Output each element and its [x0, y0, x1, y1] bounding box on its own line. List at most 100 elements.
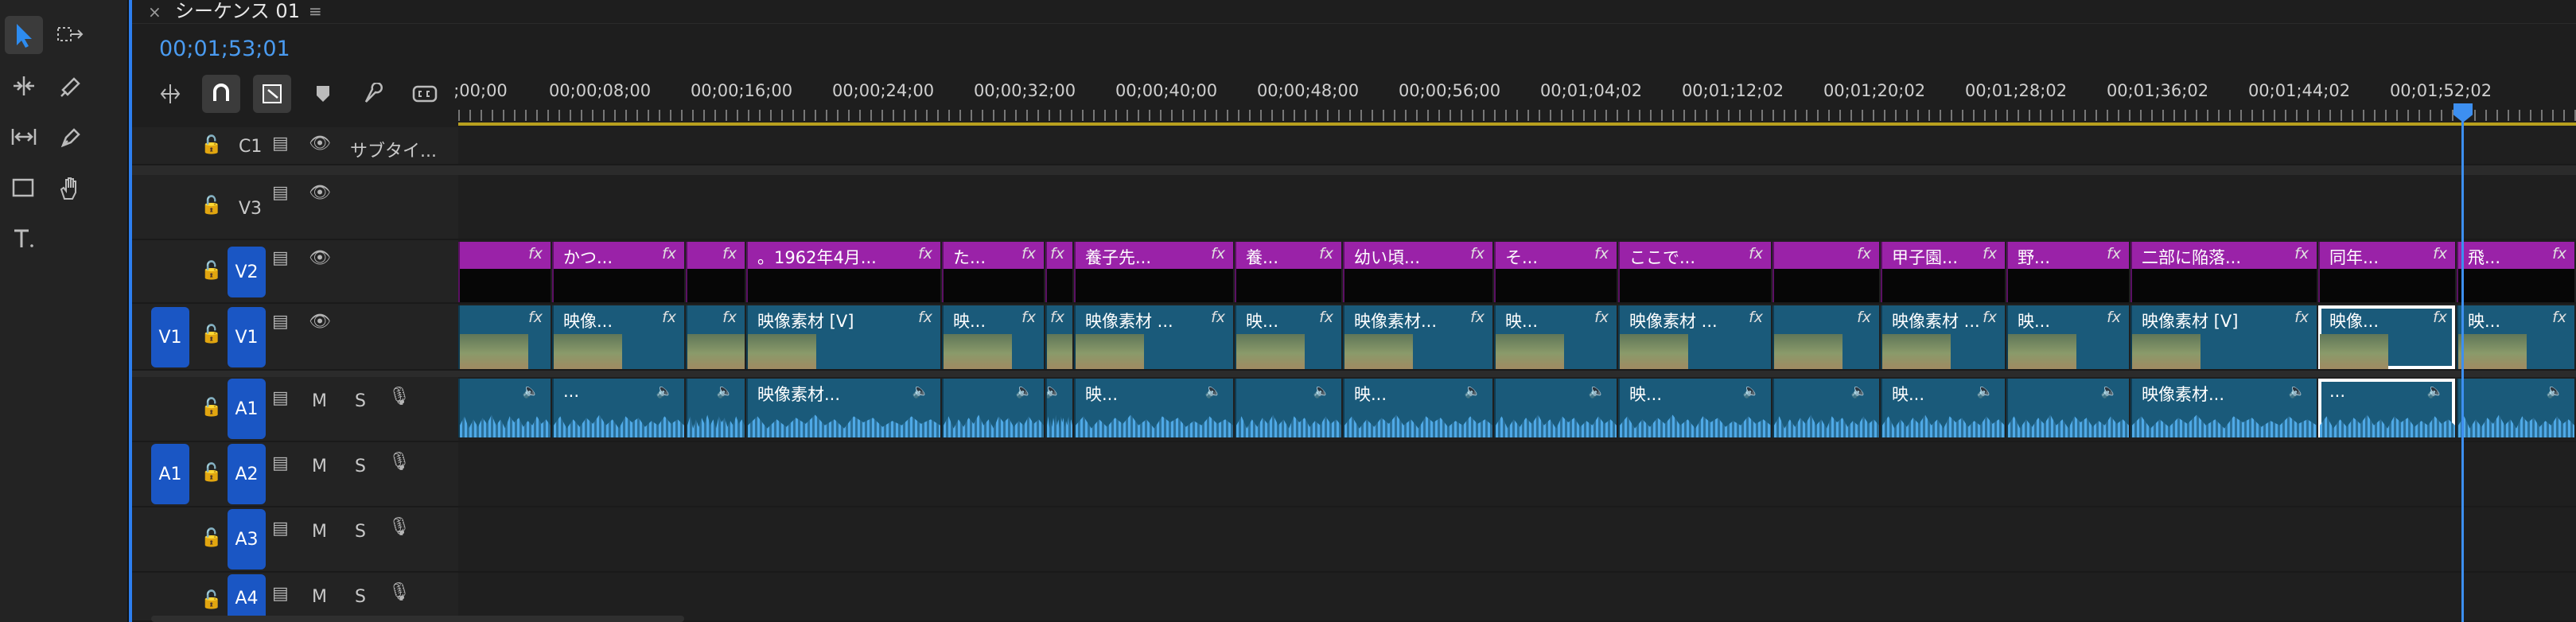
a1-clip[interactable]: 🔈 — [1045, 379, 1072, 437]
track-target-a4[interactable]: A4 — [228, 574, 266, 622]
v2-clip[interactable]: 同年... fx — [2318, 242, 2455, 302]
hand-tool-icon[interactable] — [51, 169, 89, 207]
v2-clip[interactable]: 二部に陥落... fx — [2130, 242, 2317, 302]
track-area-c1[interactable] — [458, 127, 2576, 165]
track-target-a3[interactable]: A3 — [228, 509, 266, 570]
v2-clip[interactable]: かつ... fx — [552, 242, 684, 302]
time-ruler[interactable]: ;00;00 00;00;08;00 00;00;16;00 00;00;24;00 0… — [453, 78, 2576, 126]
v2-clip[interactable]: ここで... fx — [1618, 242, 1771, 302]
a1-clip[interactable]: 🔈 — [1772, 379, 1879, 437]
insert-nest-icon[interactable] — [151, 75, 189, 113]
selection-tool-icon[interactable] — [5, 16, 43, 54]
v2-clip[interactable]: 甲子園... fx — [1881, 242, 2005, 302]
a1-clip[interactable]: 🔈 映... — [1618, 379, 1771, 437]
lock-icon[interactable]: 🔓 — [200, 326, 222, 344]
v1-clip[interactable]: 映像素材 ... fx — [1074, 305, 1233, 369]
track-select-tool-icon[interactable] — [51, 16, 89, 54]
v1-clip[interactable]: 映像素材... fx — [1343, 305, 1492, 369]
solo-button[interactable]: S — [355, 457, 366, 476]
track-target-a1[interactable]: A1 — [228, 379, 266, 439]
a1-clip[interactable]: 🔈 — [1494, 379, 1617, 437]
razor-tool-icon[interactable] — [51, 67, 89, 105]
v1-clip[interactable]: fx — [458, 305, 551, 369]
v2-clip[interactable]: 養... fx — [1235, 242, 1341, 302]
slip-tool-icon[interactable] — [5, 118, 43, 156]
pen-tool-icon[interactable] — [51, 118, 89, 156]
a1-clip[interactable]: 🔈 映... — [1881, 379, 2005, 437]
work-area-bar[interactable] — [458, 122, 2576, 126]
v2-clip[interactable]: fx — [1045, 242, 1072, 302]
v1-clip[interactable]: 映像素材 [V] fx — [2130, 305, 2317, 369]
v1-clip[interactable]: 映像素材 [V] fx — [746, 305, 940, 369]
sync-lock-icon[interactable]: ▤ — [272, 250, 289, 267]
sequence-tab[interactable]: × シーケンス 01 ≡ — [132, 0, 2576, 24]
track-area-v3[interactable] — [458, 175, 2576, 240]
captions-icon[interactable] — [406, 75, 444, 113]
v2-clip[interactable]: そ... fx — [1494, 242, 1617, 302]
v1-clip[interactable]: 映... fx — [2006, 305, 2129, 369]
v1-clip[interactable]: 映像... fx — [552, 305, 684, 369]
track-area-a1[interactable]: 🔈 🔈... 🔈 🔈 映像素材... 🔈 🔈 🔈 映... 🔈 🔈 映... 🔈 🔈 映... 🔈 🔈 映... 🔈… — [458, 377, 2576, 442]
a1-clip[interactable]: 🔈 — [686, 379, 745, 437]
sync-lock-icon[interactable]: ▤ — [272, 585, 289, 603]
a1-clip[interactable]: 🔈 — [942, 379, 1044, 437]
v2-clip[interactable]: fx — [686, 242, 745, 302]
sync-lock-icon[interactable]: ▤ — [272, 390, 289, 407]
a1-clip[interactable]: 🔈 — [1235, 379, 1341, 437]
panel-menu-icon[interactable]: ≡ — [309, 0, 322, 22]
rectangle-tool-icon[interactable] — [5, 169, 43, 207]
a1-clip[interactable]: 🔈 映像素材... — [746, 379, 940, 437]
microphone-icon[interactable]: 🎙 — [388, 584, 411, 601]
v1-clip[interactable]: 映... fx — [2457, 305, 2574, 369]
track-target-a2[interactable]: A2 — [228, 444, 266, 504]
wrench-icon[interactable] — [355, 75, 393, 113]
v2-clip[interactable]: 。1962年4月... fx — [746, 242, 940, 302]
close-icon[interactable]: × — [148, 0, 161, 24]
v2-clip[interactable]: 飛... fx — [2457, 242, 2574, 302]
source-patch-v1[interactable]: V1 — [151, 307, 189, 367]
a1-clip[interactable]: 🔈 — [458, 379, 551, 437]
a1-clip[interactable]: 🔈... — [2318, 379, 2455, 437]
microphone-icon[interactable]: 🎙 — [388, 519, 411, 536]
eye-icon[interactable]: 👁 — [309, 185, 331, 202]
a1-clip[interactable]: 🔈 — [2457, 379, 2574, 437]
track-area-a4[interactable] — [458, 573, 2576, 622]
v1-clip[interactable]: 映像素材 ... fx — [1618, 305, 1771, 369]
v2-clip[interactable]: 幼い頃... fx — [1343, 242, 1492, 302]
track-area-a3[interactable] — [458, 507, 2576, 573]
mute-button[interactable]: M — [312, 457, 327, 476]
eye-icon[interactable]: 👁 — [309, 135, 331, 153]
horizontal-scrollbar[interactable] — [151, 616, 684, 622]
track-target-v1[interactable]: V1 — [228, 307, 266, 367]
v2-clip[interactable]: た... fx — [942, 242, 1044, 302]
v2-clip[interactable]: 養子先... fx — [1074, 242, 1233, 302]
v1-clip[interactable]: 映像... fx — [2318, 305, 2455, 369]
v2-clip[interactable]: fx — [458, 242, 551, 302]
lock-icon[interactable]: 🔓 — [200, 530, 222, 547]
lock-icon[interactable]: 🔓 — [200, 592, 222, 609]
microphone-icon[interactable]: 🎙 — [388, 388, 411, 406]
a1-clip[interactable]: 🔈 映... — [1343, 379, 1492, 437]
caption-track-icon[interactable]: ▤ — [272, 135, 289, 153]
v1-clip[interactable]: 映... fx — [1235, 305, 1341, 369]
v1-clip[interactable]: 映... fx — [942, 305, 1044, 369]
lock-icon[interactable]: 🔓 — [200, 137, 222, 154]
add-marker-icon[interactable] — [304, 75, 342, 113]
v2-clip[interactable]: fx — [1772, 242, 1879, 302]
v1-clip[interactable]: fx — [686, 305, 745, 369]
a1-clip[interactable]: 🔈 — [2006, 379, 2129, 437]
snap-icon[interactable] — [202, 75, 240, 113]
a1-clip[interactable]: 🔈 映像素材... — [2130, 379, 2317, 437]
eye-icon[interactable]: 👁 — [309, 313, 331, 331]
mute-button[interactable]: M — [312, 587, 327, 607]
mute-button[interactable]: M — [312, 522, 327, 542]
v1-clip[interactable]: fx — [1772, 305, 1879, 369]
type-tool-icon[interactable] — [5, 220, 43, 258]
a1-clip[interactable]: 🔈... — [552, 379, 684, 437]
track-area-v2[interactable]: fx かつ... fx fx 。1962年4月... fx た... fx fx 養子先... fx… — [458, 240, 2576, 304]
video-audio-divider[interactable] — [132, 371, 2576, 377]
sync-lock-icon[interactable]: ▤ — [272, 455, 289, 472]
v2-clip[interactable]: 野... fx — [2006, 242, 2129, 302]
a1-clip[interactable]: 🔈 映... — [1074, 379, 1233, 437]
sync-lock-icon[interactable]: ▤ — [272, 185, 289, 202]
